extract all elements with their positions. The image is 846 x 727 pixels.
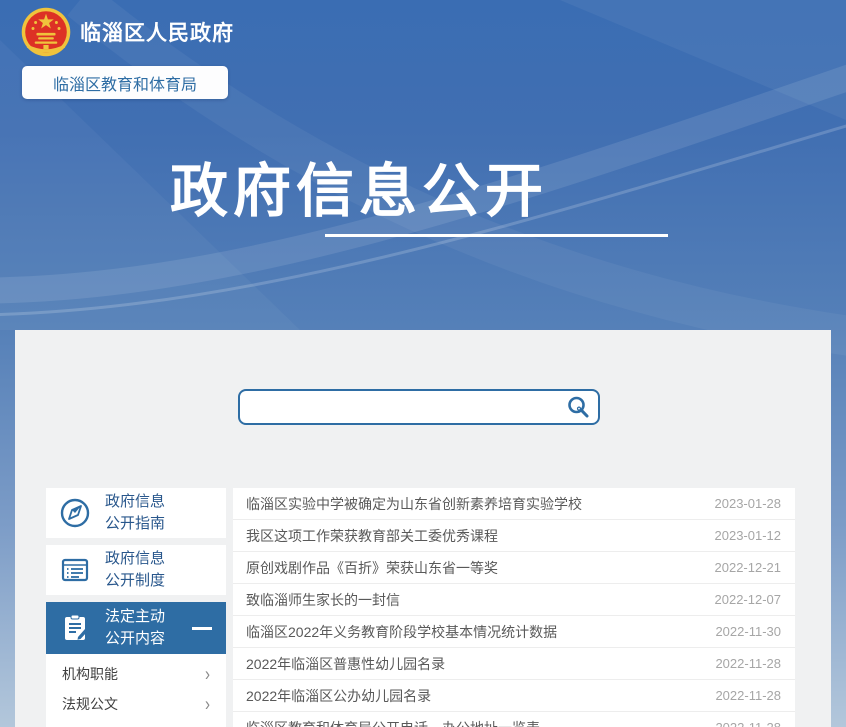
title-underline bbox=[325, 234, 668, 237]
news-title: 2022年临淄区普惠性幼儿园名录 bbox=[246, 654, 445, 674]
news-list: 临淄区实验中学被确定为山东省创新素养培育实验学校 2023-01-28 我区这项… bbox=[233, 488, 795, 727]
search-icon bbox=[566, 395, 590, 419]
news-date: 2023-01-28 bbox=[715, 496, 782, 511]
site-logo[interactable]: 临淄区人民政府 bbox=[20, 6, 234, 58]
news-date: 2022-11-30 bbox=[715, 624, 781, 639]
sidebar-item-label: 政府信息 公开制度 bbox=[105, 548, 165, 592]
search-input[interactable] bbox=[240, 391, 558, 423]
department-button[interactable]: 临淄区教育和体育局 bbox=[22, 66, 228, 99]
news-title: 临淄区实验中学被确定为山东省创新素养培育实验学校 bbox=[246, 494, 582, 514]
news-row[interactable]: 临淄区实验中学被确定为山东省创新素养培育实验学校 2023-01-28 bbox=[233, 488, 795, 520]
chevron-right-icon: › bbox=[205, 694, 210, 714]
national-emblem-icon bbox=[20, 6, 72, 58]
news-title: 临淄区教育和体育局公开电话、办公地址一览表 bbox=[246, 718, 540, 727]
news-row[interactable]: 临淄区2022年义务教育阶段学校基本情况统计数据 2022-11-30 bbox=[233, 616, 795, 648]
news-title: 我区这项工作荣获教育部关工委优秀课程 bbox=[246, 526, 498, 546]
sidebar-submenu: 机构职能 › 法规公文 › bbox=[46, 654, 226, 727]
sidebar-item-rules[interactable]: 政府信息 公开制度 bbox=[46, 545, 226, 595]
news-row[interactable]: 2022年临淄区公办幼儿园名录 2022-11-28 bbox=[233, 680, 795, 712]
clipboard-pencil-icon bbox=[59, 612, 91, 644]
news-row[interactable]: 临淄区教育和体育局公开电话、办公地址一览表 2022-11-28 bbox=[233, 712, 795, 727]
news-date: 2022-12-21 bbox=[715, 560, 782, 575]
active-indicator-dash bbox=[192, 627, 212, 630]
news-row[interactable]: 2022年临淄区普惠性幼儿园名录 2022-11-28 bbox=[233, 648, 795, 680]
site-name: 临淄区人民政府 bbox=[80, 17, 234, 47]
submenu-item-organization[interactable]: 机构职能 › bbox=[46, 659, 226, 689]
news-date: 2022-11-28 bbox=[715, 656, 781, 671]
document-list-icon bbox=[59, 554, 91, 586]
news-row[interactable]: 致临淄师生家长的一封信 2022-12-07 bbox=[233, 584, 795, 616]
news-row[interactable]: 原创戏剧作品《百折》荣获山东省一等奖 2022-12-21 bbox=[233, 552, 795, 584]
news-row[interactable]: 我区这项工作荣获教育部关工委优秀课程 2023-01-12 bbox=[233, 520, 795, 552]
news-date: 2022-12-07 bbox=[715, 592, 782, 607]
sidebar-item-statutory-disclosure[interactable]: 法定主动 公开内容 bbox=[46, 602, 226, 654]
news-date: 2022-11-28 bbox=[715, 688, 781, 703]
page: 临淄区人民政府 临淄区教育和体育局 政府信息公开 bbox=[0, 0, 846, 727]
page-title: 政府信息公开 bbox=[170, 144, 548, 228]
sidebar-item-guide[interactable]: 政府信息 公开指南 bbox=[46, 488, 226, 538]
search-box bbox=[238, 389, 600, 425]
sidebar-item-label: 政府信息 公开指南 bbox=[105, 491, 165, 535]
news-title: 临淄区2022年义务教育阶段学校基本情况统计数据 bbox=[246, 622, 557, 642]
sidebar: 政府信息 公开指南 政府信息 公开制度 bbox=[46, 488, 226, 727]
submenu-item-regulations[interactable]: 法规公文 › bbox=[46, 689, 226, 719]
news-title: 原创戏剧作品《百折》荣获山东省一等奖 bbox=[246, 558, 498, 578]
news-date: 2023-01-12 bbox=[715, 528, 782, 543]
chevron-right-icon: › bbox=[205, 664, 210, 684]
news-title: 2022年临淄区公办幼儿园名录 bbox=[246, 686, 431, 706]
search-button[interactable] bbox=[558, 391, 598, 423]
news-title: 致临淄师生家长的一封信 bbox=[246, 590, 400, 610]
sidebar-item-label: 法定主动 公开内容 bbox=[105, 606, 165, 650]
content-panel: 政府信息 公开指南 政府信息 公开制度 bbox=[15, 330, 831, 727]
news-date: 2022-11-28 bbox=[715, 720, 781, 727]
compass-icon bbox=[59, 497, 91, 529]
